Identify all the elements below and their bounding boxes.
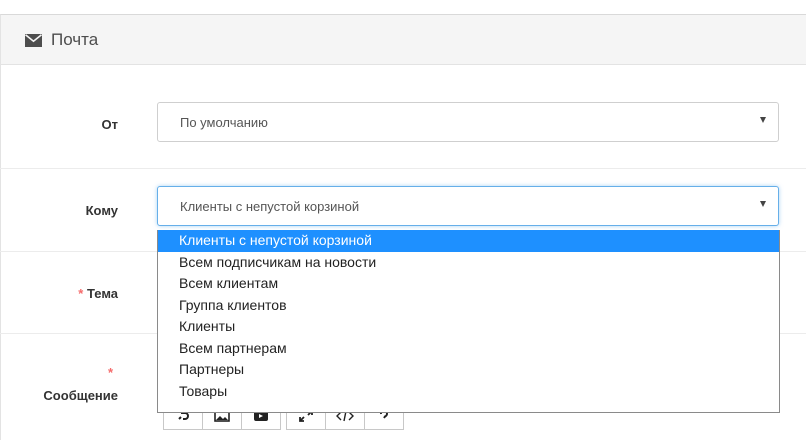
message-label: Сообщение — [43, 388, 118, 403]
envelope-icon — [25, 34, 42, 50]
dropdown-option[interactable]: Группа клиентов — [158, 295, 779, 317]
required-mark: * — [78, 286, 84, 301]
subject-label: * Тема — [0, 286, 118, 301]
chevron-down-icon — [760, 201, 766, 207]
to-select[interactable]: Клиенты с непустой корзиной — [157, 186, 779, 226]
panel-heading: Почта — [1, 15, 806, 65]
required-mark: * — [108, 365, 114, 380]
panel-title: Почта — [51, 30, 99, 49]
to-select-dropdown: Клиенты с непустой корзиной Всем подписч… — [157, 230, 780, 413]
dropdown-option[interactable]: Всем клиентам — [158, 273, 779, 295]
subject-label-text: Тема — [86, 286, 118, 301]
to-label: Кому — [85, 203, 118, 218]
form-row-from: От По умолчанию — [0, 65, 806, 169]
dropdown-option[interactable]: Клиенты с непустой корзиной — [158, 230, 779, 252]
dropdown-option[interactable]: Товары — [158, 381, 779, 403]
to-select-value: Клиенты с непустой корзиной — [180, 199, 360, 214]
from-label: От — [101, 117, 118, 132]
dropdown-option[interactable]: Клиенты — [158, 316, 779, 338]
dropdown-option[interactable]: Всем партнерам — [158, 338, 779, 360]
chevron-down-icon — [760, 117, 766, 123]
dropdown-option[interactable]: Всем подписчикам на новости — [158, 252, 779, 274]
dropdown-option[interactable]: Партнеры — [158, 359, 779, 381]
from-select[interactable]: По умолчанию — [157, 102, 779, 142]
from-select-value: По умолчанию — [180, 115, 268, 130]
